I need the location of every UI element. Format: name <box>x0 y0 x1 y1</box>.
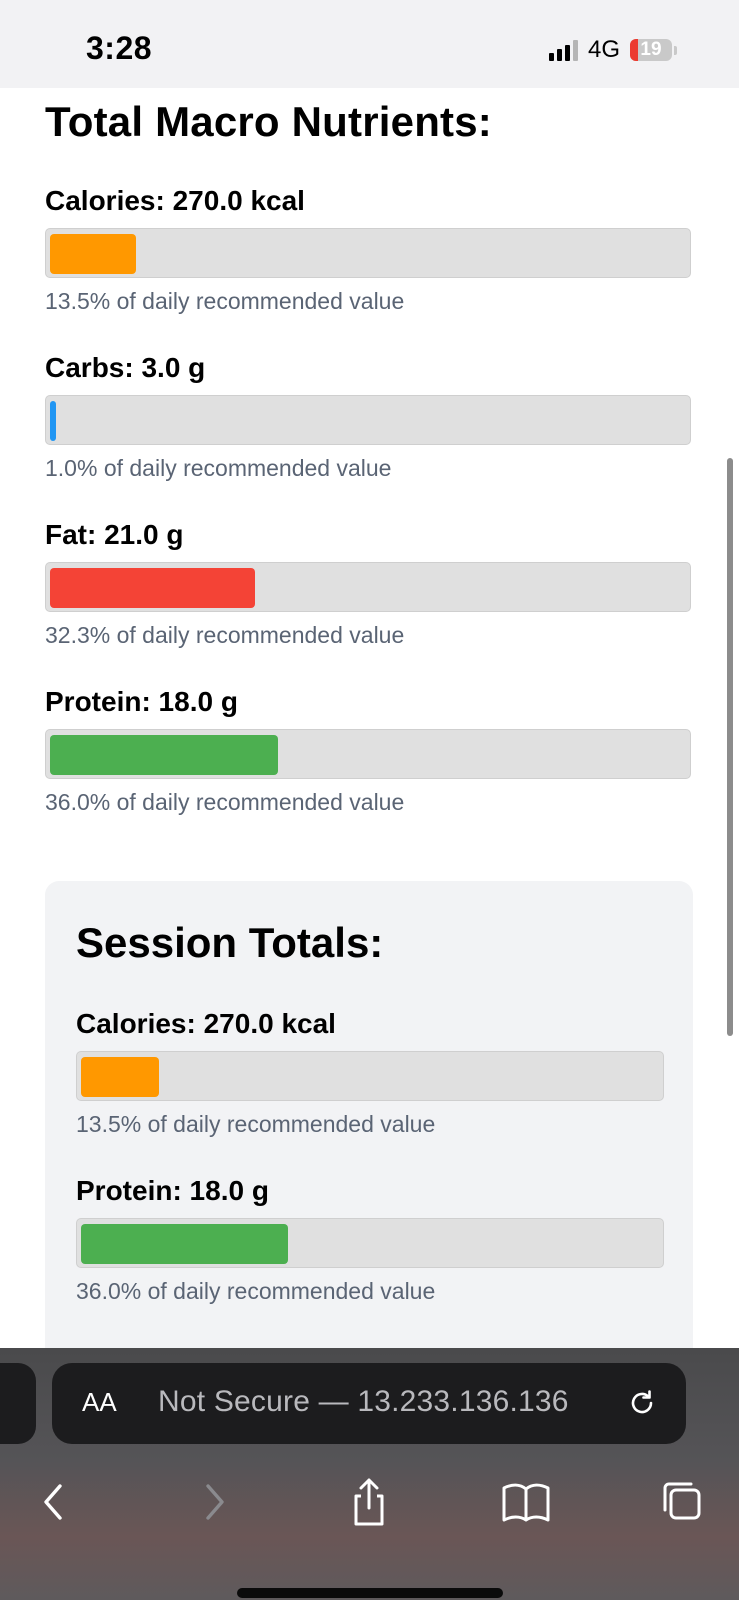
macro-note: 36.0% of daily recommended value <box>76 1278 436 1304</box>
reload-icon[interactable] <box>624 1385 660 1421</box>
macro-carbs: Carbs: 3.0 g 1.0% of daily recommended v… <box>45 351 693 483</box>
progress-bar <box>76 1051 664 1101</box>
progress-fill <box>50 234 136 274</box>
home-indicator <box>237 1588 503 1598</box>
macro-calories: Calories: 270.0 kcal 13.5% of daily reco… <box>45 184 693 316</box>
macro-note: 36.0% of daily recommended value <box>45 789 405 815</box>
progress-fill <box>50 568 255 608</box>
battery-level: 19 <box>640 39 662 60</box>
progress-bar <box>76 1218 664 1268</box>
url-text[interactable]: Not Secure — 13.233.136.136 <box>158 1385 569 1419</box>
progress-bar <box>45 395 691 445</box>
status-indicators: 4G 19 <box>548 36 677 64</box>
macro-label: Carbs: 3.0 g <box>45 352 206 383</box>
navigation-row <box>0 1474 739 1530</box>
tabs-icon[interactable] <box>655 1474 711 1530</box>
text-size-button[interactable]: AA <box>82 1387 117 1418</box>
macro-label: Protein: 18.0 g <box>76 1175 269 1206</box>
progress-fill <box>50 401 57 441</box>
macro-protein: Protein: 18.0 g 36.0% of daily recommend… <box>45 685 693 817</box>
macro-fat: Fat: 21.0 g 32.3% of daily recommended v… <box>45 518 693 650</box>
macro-label: Fat: 21.0 g <box>45 519 184 550</box>
forward-chevron-icon[interactable] <box>186 1474 242 1530</box>
progress-fill <box>81 1224 289 1264</box>
status-bar: 3:28 4G 19 <box>0 0 739 88</box>
macro-label: Calories: 270.0 kcal <box>45 185 305 216</box>
session-totals-card: Session Totals: Calories: 270.0 kcal 13.… <box>45 881 693 1348</box>
macro-note: 1.0% of daily recommended value <box>45 455 392 481</box>
status-time: 3:28 <box>86 30 153 66</box>
page-title: Total Macro Nutrients: <box>45 98 492 145</box>
session-macro-protein: Protein: 18.0 g 36.0% of daily recommend… <box>76 1174 664 1306</box>
progress-fill <box>50 735 279 775</box>
session-macro-calories: Calories: 270.0 kcal 13.5% of daily reco… <box>76 1007 664 1139</box>
share-icon[interactable] <box>341 1474 397 1530</box>
macro-label: Protein: 18.0 g <box>45 686 238 717</box>
previous-tab-edge[interactable] <box>0 1363 36 1444</box>
macro-label: Calories: 270.0 kcal <box>76 1008 336 1039</box>
signal-icon <box>548 39 578 61</box>
battery-tip <box>674 45 677 55</box>
battery-icon: 19 <box>630 39 672 61</box>
back-chevron-icon[interactable] <box>26 1474 82 1530</box>
progress-bar <box>45 562 691 612</box>
progress-fill <box>81 1057 159 1097</box>
scrollbar[interactable] <box>727 458 733 1036</box>
macro-note: 13.5% of daily recommended value <box>45 288 405 314</box>
page-content: Total Macro Nutrients: Calories: 270.0 k… <box>0 88 739 1348</box>
progress-bar <box>45 729 691 779</box>
network-type: 4G <box>587 36 620 63</box>
book-icon[interactable] <box>498 1474 554 1530</box>
browser-toolbar: AA Not Secure — 13.233.136.136 <box>0 1348 739 1600</box>
session-title: Session Totals: <box>76 919 384 966</box>
progress-bar <box>45 228 691 278</box>
macro-note: 32.3% of daily recommended value <box>45 622 405 648</box>
address-bar[interactable]: AA Not Secure — 13.233.136.136 <box>52 1363 686 1444</box>
macro-note: 13.5% of daily recommended value <box>76 1111 436 1137</box>
